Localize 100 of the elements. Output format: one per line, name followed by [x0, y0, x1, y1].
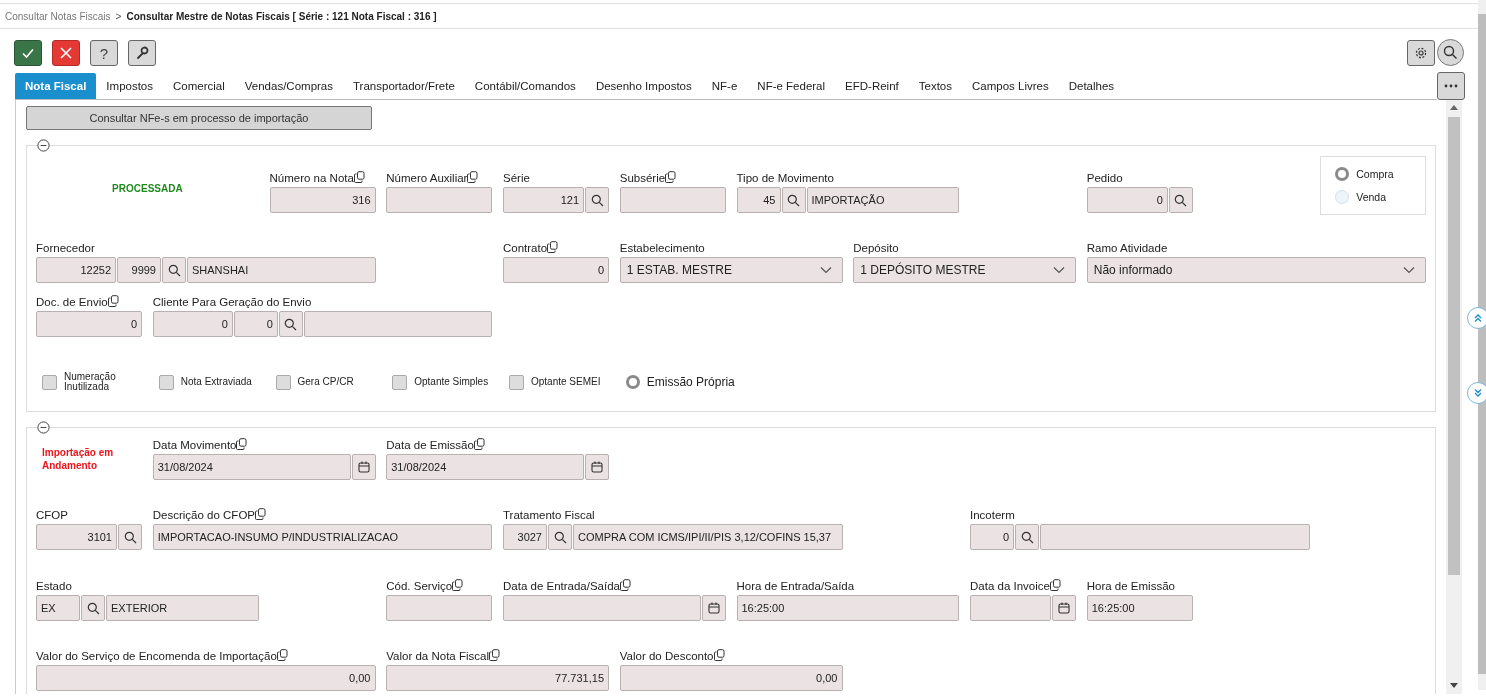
input-field[interactable]: COMPRA COM ICMS/IPI/II/PIS 3,12/COFINS 15,37 [573, 524, 843, 550]
help-button[interactable]: ? [90, 40, 118, 66]
calendar-button[interactable] [701, 595, 726, 621]
search-button[interactable] [1015, 524, 1039, 550]
scrollbar-track[interactable] [1446, 100, 1462, 694]
radio-button[interactable] [625, 375, 640, 389]
copy-icon[interactable] [713, 649, 725, 661]
input-field[interactable] [1040, 524, 1310, 550]
tab[interactable]: Comercial [163, 73, 235, 99]
input-field[interactable]: 0 [152, 311, 233, 337]
arrow-down-icon[interactable] [1450, 683, 1458, 688]
input-field[interactable] [619, 187, 726, 213]
input-field[interactable] [303, 311, 493, 337]
scroll-down-button[interactable] [1467, 382, 1486, 404]
input-field[interactable]: EXTERIOR [106, 595, 259, 621]
checkbox[interactable] [392, 374, 408, 390]
input-field[interactable]: 316 [269, 187, 376, 213]
search-button[interactable] [548, 524, 572, 550]
input-field[interactable]: 45 [736, 187, 781, 213]
more-button[interactable] [1437, 72, 1465, 100]
calendar-button[interactable] [585, 454, 609, 480]
arrow-up-icon[interactable] [1450, 105, 1458, 110]
tab[interactable]: NF-e Federal [747, 73, 836, 99]
settings-button[interactable] [1407, 40, 1435, 66]
tab[interactable]: Vendas/Compras [234, 73, 343, 99]
input-field[interactable]: SHANSHAI [187, 257, 376, 283]
input-field[interactable]: 31/08/2024 [152, 454, 351, 480]
tab[interactable]: EFD-Reinf [835, 73, 909, 99]
input-field[interactable]: 3027 [503, 524, 547, 550]
copy-icon[interactable] [473, 438, 485, 450]
input-field[interactable]: 0 [503, 257, 609, 283]
copy-icon[interactable] [467, 171, 479, 183]
input-field[interactable]: EX [36, 595, 80, 621]
input-field[interactable]: 12252 [36, 257, 116, 283]
input-field[interactable]: 0 [1086, 187, 1168, 213]
collapse-icon[interactable] [37, 139, 50, 152]
input-field[interactable]: 0,00 [619, 665, 843, 691]
input-field[interactable]: IMPORTACAO-INSUMO P/INDUSTRIALIZACAO [152, 524, 493, 550]
input-field[interactable] [386, 187, 493, 213]
copy-icon[interactable] [620, 579, 631, 591]
input-field[interactable]: 0,00 [36, 665, 376, 691]
search-button[interactable] [1437, 39, 1464, 66]
tab[interactable]: Nota Fiscal [15, 73, 97, 99]
search-button[interactable] [278, 311, 303, 337]
input-field[interactable]: 77.731,15 [386, 665, 609, 691]
tab[interactable]: Campos Livres [962, 73, 1059, 99]
input-field[interactable]: 9999 [117, 257, 161, 283]
input-field[interactable]: 3101 [36, 524, 117, 550]
input-field[interactable]: 0 [970, 524, 1014, 550]
search-button[interactable] [585, 187, 609, 213]
calendar-button[interactable] [1052, 595, 1076, 621]
tools-button[interactable] [128, 40, 156, 66]
search-button[interactable] [162, 257, 186, 283]
scroll-up-button[interactable] [1467, 307, 1486, 329]
copy-icon[interactable] [547, 241, 559, 253]
copy-icon[interactable] [353, 171, 365, 183]
search-button[interactable] [118, 524, 142, 550]
dropdown[interactable]: Não informado [1086, 257, 1427, 283]
tab[interactable]: Desenho Impostos [585, 73, 702, 99]
tab[interactable]: NF-e [701, 73, 748, 99]
copy-icon[interactable] [1049, 579, 1061, 591]
copy-icon[interactable] [665, 171, 677, 183]
checkbox[interactable] [158, 374, 174, 390]
scrollbar-thumb[interactable] [1448, 117, 1460, 575]
search-button[interactable] [81, 595, 105, 621]
input-field[interactable]: 0 [36, 311, 142, 337]
checkbox[interactable] [275, 374, 291, 390]
input-field[interactable]: 16:25:00 [1086, 595, 1193, 621]
tab[interactable]: Transportador/Frete [343, 73, 465, 99]
calendar-button[interactable] [351, 454, 376, 480]
input-field[interactable] [386, 595, 493, 621]
copy-icon[interactable] [488, 649, 500, 661]
copy-icon[interactable] [276, 649, 288, 661]
search-button[interactable] [781, 187, 806, 213]
tab[interactable]: Impostos [96, 73, 164, 99]
copy-icon[interactable] [255, 508, 266, 520]
import-query-button[interactable]: Consultar NFe-s em processo de importação [26, 106, 372, 130]
copy-icon[interactable] [236, 438, 248, 450]
tab[interactable]: Textos [908, 73, 962, 99]
breadcrumb-link[interactable]: Consultar Notas Fiscais [5, 10, 111, 22]
dropdown[interactable]: 1 ESTAB. MESTRE [619, 257, 843, 283]
input-field[interactable] [970, 595, 1051, 621]
input-field[interactable]: 0 [233, 311, 278, 337]
input-field[interactable]: IMPORTAÇÃO [806, 187, 960, 213]
input-field[interactable]: 31/08/2024 [386, 454, 584, 480]
search-button[interactable] [1168, 187, 1193, 213]
input-field[interactable]: 121 [503, 187, 584, 213]
checkbox[interactable] [509, 374, 524, 390]
copy-icon[interactable] [452, 579, 464, 591]
collapse-icon[interactable] [37, 421, 50, 434]
tab[interactable]: Detalhes [1058, 73, 1125, 99]
copy-icon[interactable] [107, 295, 119, 307]
dropdown[interactable]: 1 DEPÓSITO MESTRE [853, 257, 1076, 283]
input-field[interactable] [503, 595, 701, 621]
cancel-button[interactable] [52, 40, 80, 66]
confirm-button[interactable] [14, 40, 42, 66]
radio-button[interactable] [1335, 167, 1350, 181]
checkbox[interactable] [42, 374, 57, 390]
tab[interactable]: Contábil/Comandos [464, 73, 586, 99]
input-field[interactable]: 16:25:00 [736, 595, 960, 621]
